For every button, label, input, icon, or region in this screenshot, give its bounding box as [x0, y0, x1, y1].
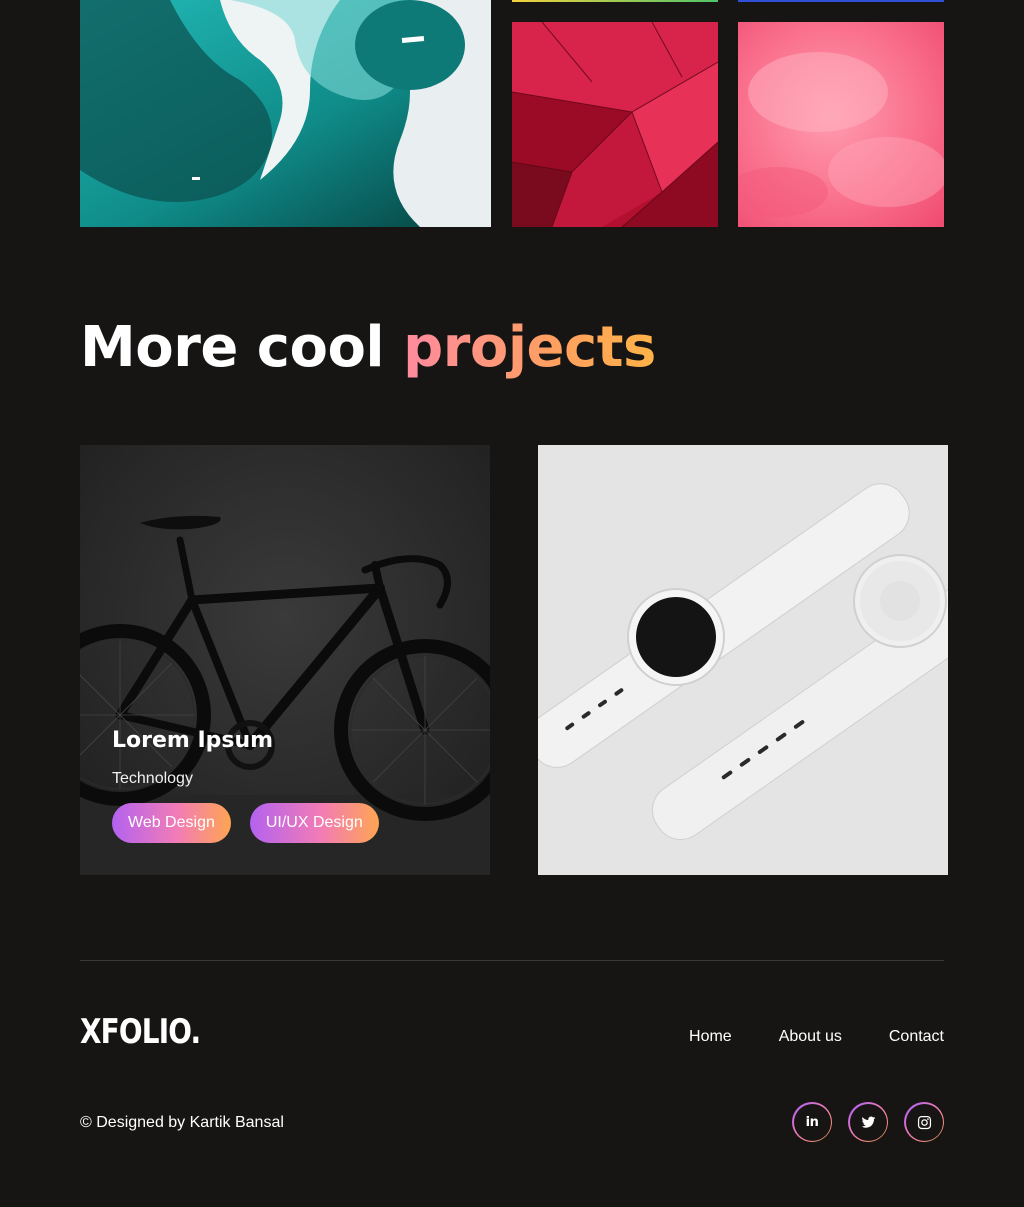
gallery-strip-right: [738, 0, 944, 2]
project-tags: Web Design UI/UX Design: [112, 803, 379, 843]
red-geometric-facade-image[interactable]: [512, 22, 718, 227]
project-card-watches[interactable]: [538, 445, 948, 875]
section-title: More cool projects: [80, 312, 656, 384]
project-category: Technology: [112, 770, 193, 787]
twitter-button[interactable]: [848, 1102, 888, 1142]
project-title: Lorem Ipsum: [112, 728, 274, 753]
project-card-bike[interactable]: Lorem Ipsum Technology Web Design UI/UX …: [80, 445, 490, 875]
linkedin-button[interactable]: in: [792, 1102, 832, 1142]
nav-link-contact[interactable]: Contact: [889, 1026, 944, 1048]
instagram-icon: [917, 1115, 931, 1129]
project-card-info: Lorem Ipsum Technology Web Design UI/UX …: [112, 727, 379, 843]
nav-link-home[interactable]: Home: [689, 1026, 732, 1048]
footer-nav: Home About us Contact: [689, 1026, 944, 1048]
ice-water-aerial-image[interactable]: [80, 0, 491, 227]
copyright-text: © Designed by Kartik Bansal: [80, 1114, 284, 1131]
twitter-icon: [861, 1116, 875, 1128]
nav-link-about-us[interactable]: About us: [779, 1026, 842, 1048]
pink-clouds-image[interactable]: [738, 22, 944, 227]
footer-divider: [80, 960, 944, 961]
social-links: in: [792, 1102, 944, 1142]
linkedin-icon: in: [805, 1114, 819, 1130]
tag-uiux-design[interactable]: UI/UX Design: [249, 803, 379, 843]
section-title-accent: projects: [403, 315, 656, 380]
tag-web-design[interactable]: Web Design: [112, 803, 231, 843]
footer-logo[interactable]: XFOLIO.: [80, 1012, 201, 1052]
section-title-main: More cool: [80, 315, 385, 380]
gallery-strip-left: [512, 0, 718, 2]
white-smartwatches-image: [538, 445, 948, 875]
instagram-button[interactable]: [904, 1102, 944, 1142]
